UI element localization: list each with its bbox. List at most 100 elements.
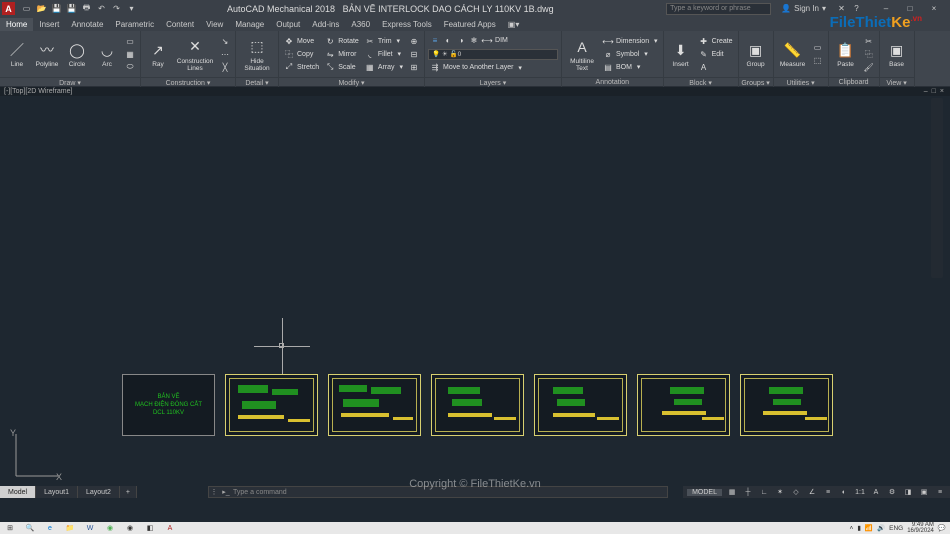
tab-output[interactable]: Output [270, 18, 306, 31]
panel-clipboard-title[interactable]: Clipboard [829, 77, 879, 87]
tab-a360[interactable]: A360 [345, 18, 376, 31]
paste-button[interactable]: 📋Paste [832, 33, 860, 75]
panel-layers-title[interactable]: Layers ▾ [425, 77, 561, 87]
match-icon[interactable]: 🖌 [862, 61, 876, 73]
doc-min-button[interactable]: – [924, 88, 928, 95]
line-button[interactable]: ／Line [3, 33, 31, 75]
group-button[interactable]: ▣Group [742, 33, 770, 75]
panel-block-title[interactable]: Block ▾ [664, 77, 738, 87]
undo-icon[interactable]: ↶ [96, 3, 107, 14]
stretch-button[interactable]: ⤢Stretch [282, 61, 321, 73]
construction-lines-button[interactable]: ✕Construction Lines [174, 33, 216, 75]
ucs-icon[interactable]: Y X [8, 428, 64, 486]
anno-icon[interactable]: A [870, 487, 882, 497]
clean-icon[interactable]: ▣ [918, 487, 930, 497]
sheet-2[interactable] [328, 374, 421, 436]
status-model-button[interactable]: MODEL [687, 489, 722, 496]
app-icon-2[interactable]: ◧ [140, 522, 160, 534]
layprev-icon[interactable]: ◐ [443, 36, 453, 46]
symbol-button[interactable]: ⌀Symbol ▾ [601, 48, 660, 60]
layer-icon[interactable]: ≡ [430, 36, 440, 46]
tray-notifications-icon[interactable]: 💬 [938, 524, 946, 532]
layout-tab-add[interactable]: + [120, 486, 137, 498]
rotate-button[interactable]: ↻Rotate [323, 35, 361, 47]
layout-tab-2[interactable]: Layout2 [78, 486, 120, 498]
open-icon[interactable]: 📂 [36, 3, 47, 14]
edge-icon[interactable]: e [40, 522, 60, 534]
qat-more-icon[interactable]: ▾ [126, 3, 137, 14]
cline-icon3[interactable]: ╳ [218, 61, 232, 73]
panel-modify-title[interactable]: Modify ▾ [279, 77, 424, 87]
cline-icon2[interactable]: ⋯ [218, 48, 232, 60]
polar-icon[interactable]: ✶ [774, 487, 786, 497]
snap-icon[interactable]: ┼ [742, 487, 754, 497]
array-button[interactable]: ▦Array ▾ [363, 61, 405, 73]
copy-clip-icon[interactable]: ⿻ [862, 48, 876, 60]
move-button[interactable]: ✥Move [282, 35, 321, 47]
explorer-icon[interactable]: 📁 [60, 522, 80, 534]
panel-draw-title[interactable]: Draw ▾ [0, 77, 140, 87]
dim-icon[interactable]: ⟷ [482, 36, 492, 46]
sheet-3[interactable] [431, 374, 524, 436]
tab-addins[interactable]: Add-ins [306, 18, 345, 31]
layfrz-icon[interactable]: ❄ [469, 36, 479, 46]
cline-icon1[interactable]: ↘ [218, 35, 232, 47]
arc-button[interactable]: ◡Arc [93, 33, 121, 75]
doc-max-button[interactable]: □ [932, 88, 936, 95]
custom-icon[interactable]: ≡ [934, 487, 946, 497]
tray-battery-icon[interactable]: ▮ [857, 524, 861, 532]
mirror-button[interactable]: ⇋Mirror [323, 48, 361, 60]
hatch-icon[interactable]: ▦ [123, 48, 137, 60]
exchange-icon[interactable]: ✕ [836, 3, 847, 14]
layout-tab-1[interactable]: Layout1 [36, 486, 78, 498]
tab-annotate[interactable]: Annotate [65, 18, 109, 31]
plot-icon[interactable]: 🖶 [81, 3, 92, 14]
polyline-button[interactable]: 〰Polyline [33, 33, 61, 75]
mod-icon1[interactable]: ⊕ [407, 35, 421, 47]
redo-icon[interactable]: ↷ [111, 3, 122, 14]
trim-button[interactable]: ✂Trim ▾ [363, 35, 405, 47]
fillet-button[interactable]: ◟Fillet ▾ [363, 48, 405, 60]
scale-label[interactable]: 1:1 [854, 487, 866, 497]
tab-content[interactable]: Content [160, 18, 200, 31]
multiline-text-button[interactable]: AMultiline Text [565, 33, 599, 75]
otrack-icon[interactable]: ∠ [806, 487, 818, 497]
start-button[interactable]: ⊞ [0, 522, 20, 534]
util-icon1[interactable]: ▭ [811, 42, 825, 54]
rect-icon[interactable]: ▭ [123, 35, 137, 47]
scale-button[interactable]: ⤡Scale [323, 61, 361, 73]
layout-tab-model[interactable]: Model [0, 486, 36, 498]
dimension-button[interactable]: ⟷Dimension ▾ [601, 35, 660, 47]
app-icon[interactable]: A [2, 2, 15, 15]
panel-construction-title[interactable]: Construction ▾ [141, 77, 235, 87]
grid-icon[interactable]: ▦ [726, 487, 738, 497]
create-block-button[interactable]: ✚Create [697, 35, 735, 47]
tab-insert[interactable]: Insert [33, 18, 65, 31]
tray-clock[interactable]: 9:49 AM 16/9/2024 [907, 522, 934, 534]
bom-button[interactable]: ▤BOM ▾ [601, 61, 660, 73]
move-to-layer-button[interactable]: ⇶Move to Another Layer ▾ [428, 62, 558, 74]
osnap-icon[interactable]: ◇ [790, 487, 802, 497]
gear-icon[interactable]: ⚙ [886, 487, 898, 497]
tray-wifi-icon[interactable]: 📶 [865, 524, 873, 532]
edit-attr-icon[interactable]: A [697, 61, 735, 73]
tab-overflow[interactable]: ▣▾ [502, 18, 526, 31]
base-button[interactable]: ▣Base [883, 33, 911, 75]
search-input[interactable]: Type a keyword or phrase [666, 3, 771, 15]
util-icon2[interactable]: ⬚ [811, 55, 825, 67]
doc-close-button[interactable]: × [940, 88, 944, 95]
transparency-icon[interactable]: ◐ [838, 487, 850, 497]
tray-volume-icon[interactable]: 🔊 [877, 524, 885, 532]
panel-view-title[interactable]: View ▾ [880, 77, 914, 87]
mod-icon3[interactable]: ⊞ [407, 61, 421, 73]
tab-manage[interactable]: Manage [229, 18, 270, 31]
sheet-1[interactable] [225, 374, 318, 436]
coccoc-icon[interactable]: ◉ [100, 522, 120, 534]
ortho-icon[interactable]: ∟ [758, 487, 770, 497]
panel-annotation-title[interactable]: Annotation [562, 77, 663, 87]
panel-groups-title[interactable]: Groups ▾ [739, 77, 773, 87]
ellipse-icon[interactable]: ⬭ [123, 61, 137, 73]
search-task-icon[interactable]: 🔍 [20, 522, 40, 534]
tab-parametric[interactable]: Parametric [109, 18, 160, 31]
layer-dropdown[interactable]: 💡 ☀ 🔓 0 [428, 49, 558, 60]
